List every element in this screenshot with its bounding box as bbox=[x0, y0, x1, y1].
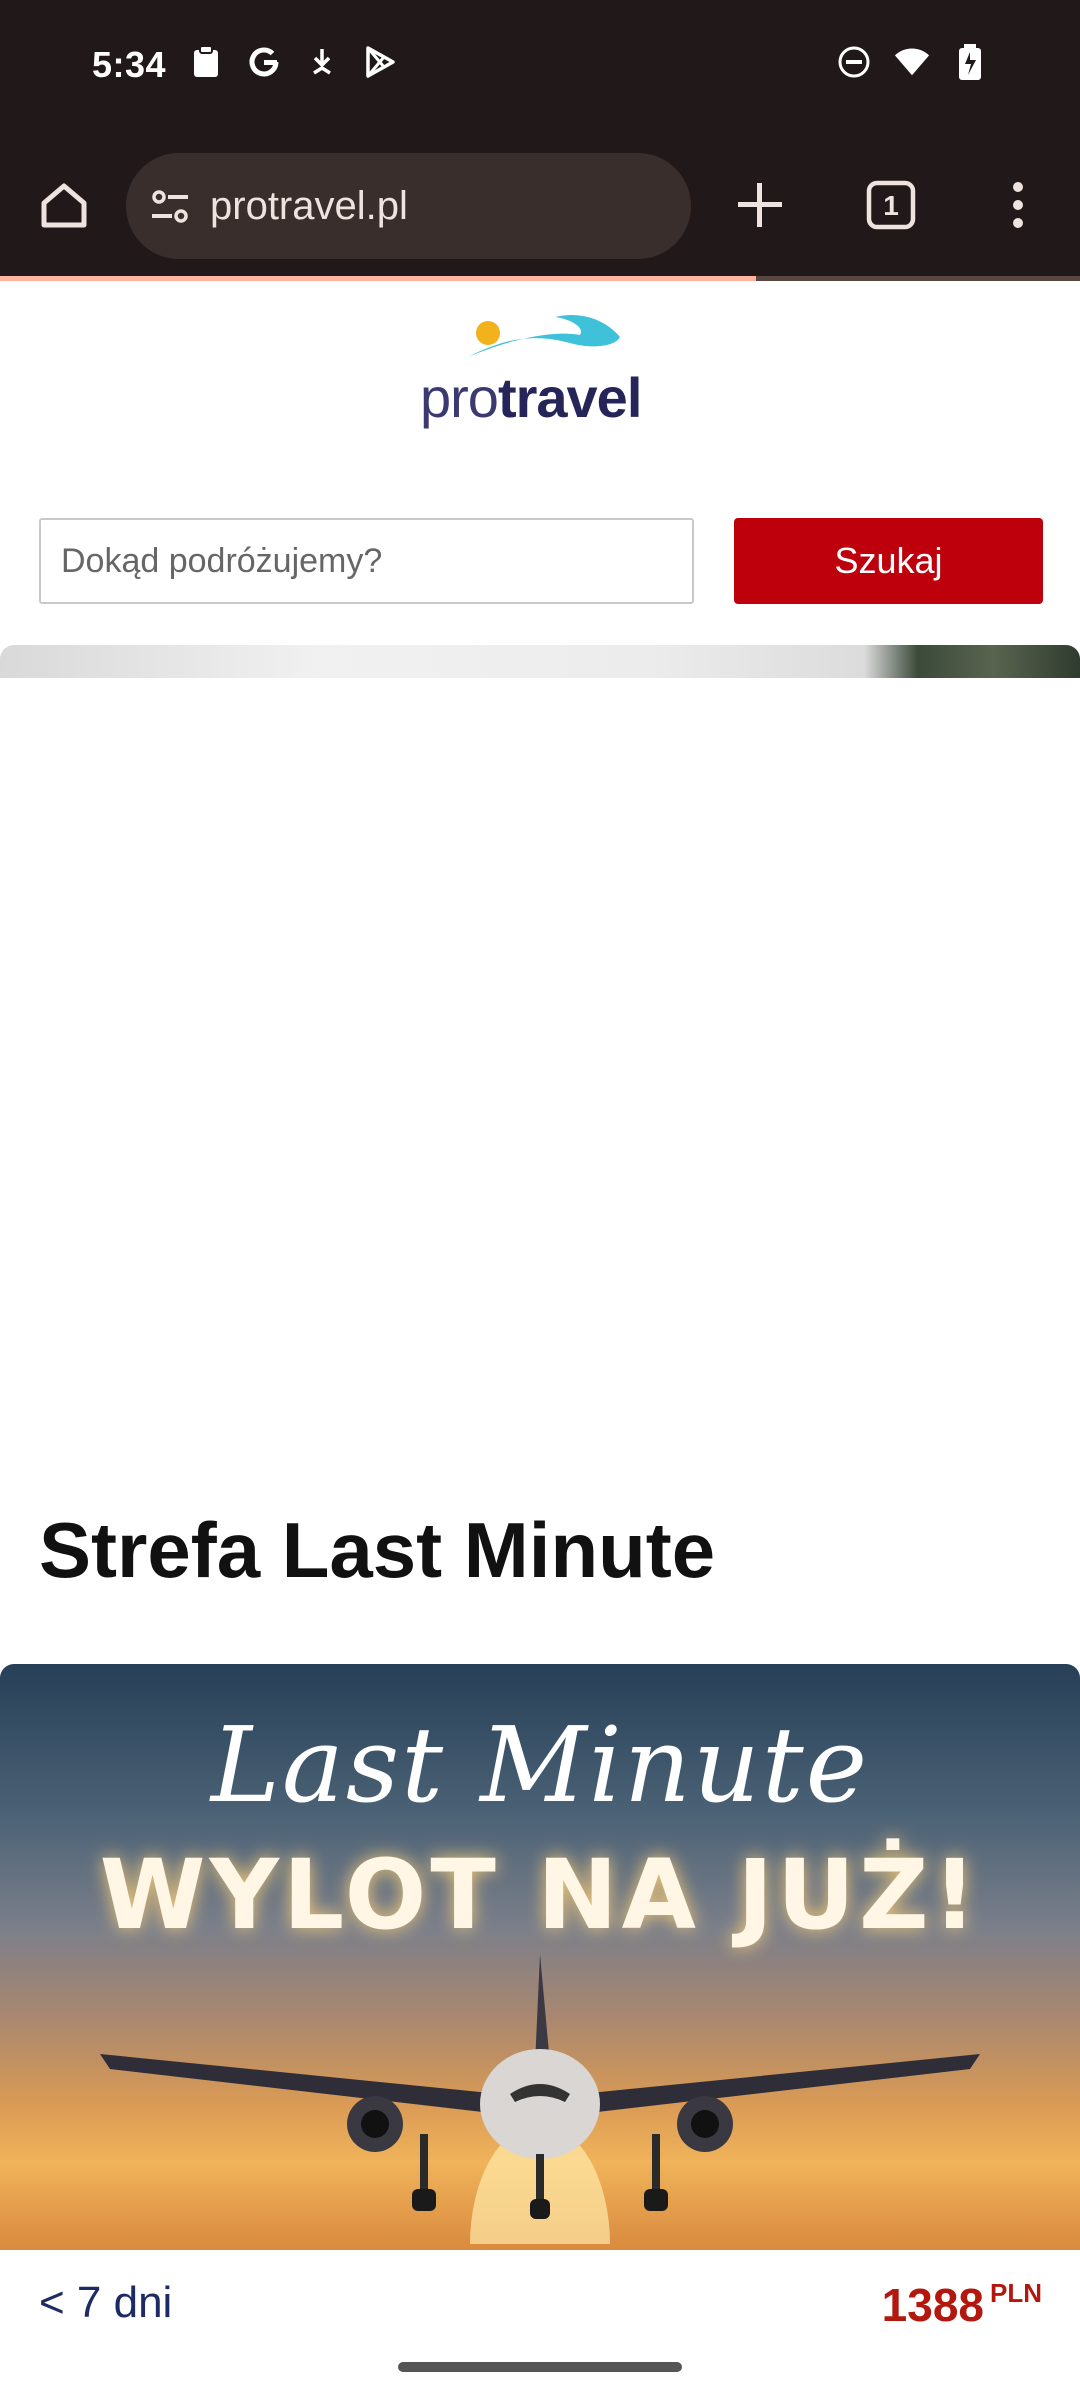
play-store-icon bbox=[362, 44, 398, 80]
protravel-logo[interactable]: protravel bbox=[420, 305, 660, 430]
duration-filter-link[interactable]: < 7 dni bbox=[39, 2278, 172, 2328]
logo-text-travel: travel bbox=[497, 366, 642, 429]
section-title: Strefa Last Minute bbox=[39, 1506, 716, 1594]
battery-icon bbox=[952, 44, 988, 80]
logo-text: protravel bbox=[420, 365, 642, 430]
page-load-progress-fill bbox=[0, 276, 756, 281]
status-time: 5:34 bbox=[92, 44, 167, 85]
hero-banner-image bbox=[0, 645, 1080, 678]
price-value: 1388 bbox=[881, 2279, 984, 2331]
promo-headline: WYLOT NA JUŻ! bbox=[99, 1839, 981, 1951]
tab-switcher-button[interactable]: 1 bbox=[865, 179, 917, 231]
google-icon bbox=[246, 44, 282, 80]
do-not-disturb-icon bbox=[836, 44, 872, 80]
status-icons-left bbox=[188, 44, 398, 80]
more-options-icon[interactable] bbox=[1000, 177, 1036, 233]
page-load-progress bbox=[0, 276, 1080, 281]
destination-search-input[interactable]: Dokąd podróżujemy? bbox=[39, 518, 694, 604]
promo-script-text: Last Minute bbox=[210, 1704, 870, 1826]
logo-wave-icon bbox=[468, 315, 620, 357]
clipboard-icon bbox=[188, 44, 224, 80]
offer-bottom-bar: < 7 dni 1388 PLN bbox=[0, 2250, 1080, 2400]
home-icon[interactable] bbox=[36, 177, 92, 233]
browser-toolbar: protravel.pl 1 bbox=[0, 135, 1080, 280]
url-text: protravel.pl bbox=[210, 184, 408, 228]
offer-price: 1388 PLN bbox=[882, 2278, 1042, 2332]
logo-text-pro: pro bbox=[420, 366, 499, 429]
tab-count: 1 bbox=[883, 190, 899, 221]
download-icon bbox=[304, 44, 340, 80]
status-icons-right bbox=[836, 44, 988, 80]
site-settings-icon[interactable] bbox=[148, 185, 192, 229]
last-minute-promo-banner[interactable]: Last Minute WYLOT NA JUŻ! bbox=[0, 1664, 1080, 2250]
new-tab-icon[interactable] bbox=[730, 175, 790, 235]
airplane-image bbox=[100, 1954, 980, 2244]
status-bar: 5:34 bbox=[0, 0, 1080, 135]
address-bar[interactable]: protravel.pl bbox=[126, 153, 691, 259]
search-button[interactable]: Szukaj bbox=[734, 518, 1043, 604]
gesture-home-indicator[interactable] bbox=[398, 2362, 682, 2372]
wifi-icon bbox=[894, 44, 930, 80]
price-currency: PLN bbox=[990, 2278, 1042, 2308]
